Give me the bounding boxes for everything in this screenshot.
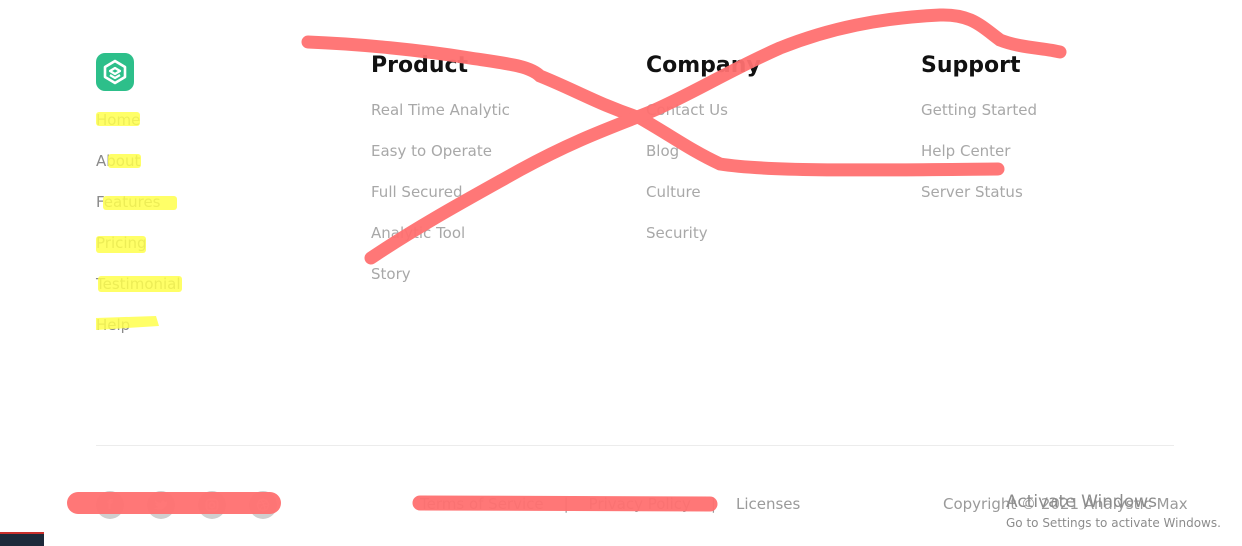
- brand-logo[interactable]: [96, 53, 134, 91]
- support-link-getting-started[interactable]: Getting Started: [921, 100, 1037, 141]
- dribbble-icon[interactable]: [249, 491, 277, 519]
- hexagon-logo-icon: [103, 59, 127, 85]
- watermark-title: Activate Windows: [1006, 492, 1157, 512]
- licenses-link[interactable]: Licenses: [736, 495, 800, 513]
- company-column: Company Contact Us Blog Culture Security: [646, 52, 761, 264]
- support-column-title: Support: [921, 53, 1021, 78]
- support-link-help-center[interactable]: Help Center: [921, 141, 1037, 182]
- support-column: Support Getting Started Help Center Serv…: [921, 52, 1037, 223]
- company-link-contact-us[interactable]: Contact Us: [646, 100, 761, 141]
- twitter-icon[interactable]: [147, 491, 175, 519]
- company-link-culture[interactable]: Culture: [646, 182, 761, 223]
- annotation-overlay: [67, 8, 1067, 514]
- privacy-policy-link[interactable]: Privacy Policy: [589, 495, 691, 513]
- nav-link-about[interactable]: About: [96, 151, 181, 192]
- product-link-easy-to-operate[interactable]: Easy to Operate: [371, 141, 510, 182]
- footer-nav: Home About Features Pricing Testimonial …: [96, 110, 181, 356]
- support-link-server-status[interactable]: Server Status: [921, 182, 1037, 223]
- company-column-title: Company: [646, 53, 761, 78]
- legal-links: Terms of Service | Privacy Policy | Lice…: [420, 495, 800, 513]
- activate-windows-watermark: Activate Windows Go to Settings to activ…: [1006, 492, 1221, 531]
- nav-link-features[interactable]: Features: [96, 192, 181, 233]
- product-column: Product Real Time Analytic Easy to Opera…: [371, 52, 510, 305]
- product-link-story[interactable]: Story: [371, 264, 510, 305]
- nav-link-help[interactable]: Help: [96, 315, 181, 356]
- product-link-full-secured[interactable]: Full Secured: [371, 182, 510, 223]
- nav-link-testimonial[interactable]: Testimonial: [96, 274, 181, 315]
- company-link-blog[interactable]: Blog: [646, 141, 761, 182]
- legal-separator: |: [563, 495, 569, 513]
- product-link-analytic-tool[interactable]: Analytic Tool: [371, 223, 510, 264]
- footer-divider: [96, 445, 1174, 446]
- social-links: f: [96, 491, 277, 519]
- product-link-real-time-analytic[interactable]: Real Time Analytic: [371, 100, 510, 141]
- nav-link-pricing[interactable]: Pricing: [96, 233, 181, 274]
- instagram-icon[interactable]: [198, 491, 226, 519]
- terms-of-service-link[interactable]: Terms of Service: [420, 495, 544, 513]
- watermark-subtitle: Go to Settings to activate Windows.: [1006, 516, 1221, 530]
- strike-marks: [67, 8, 1067, 514]
- legal-separator-2: |: [710, 495, 716, 513]
- product-column-title: Product: [371, 53, 469, 78]
- company-link-security[interactable]: Security: [646, 223, 761, 264]
- facebook-icon[interactable]: f: [96, 491, 124, 519]
- nav-link-home[interactable]: Home: [96, 110, 181, 151]
